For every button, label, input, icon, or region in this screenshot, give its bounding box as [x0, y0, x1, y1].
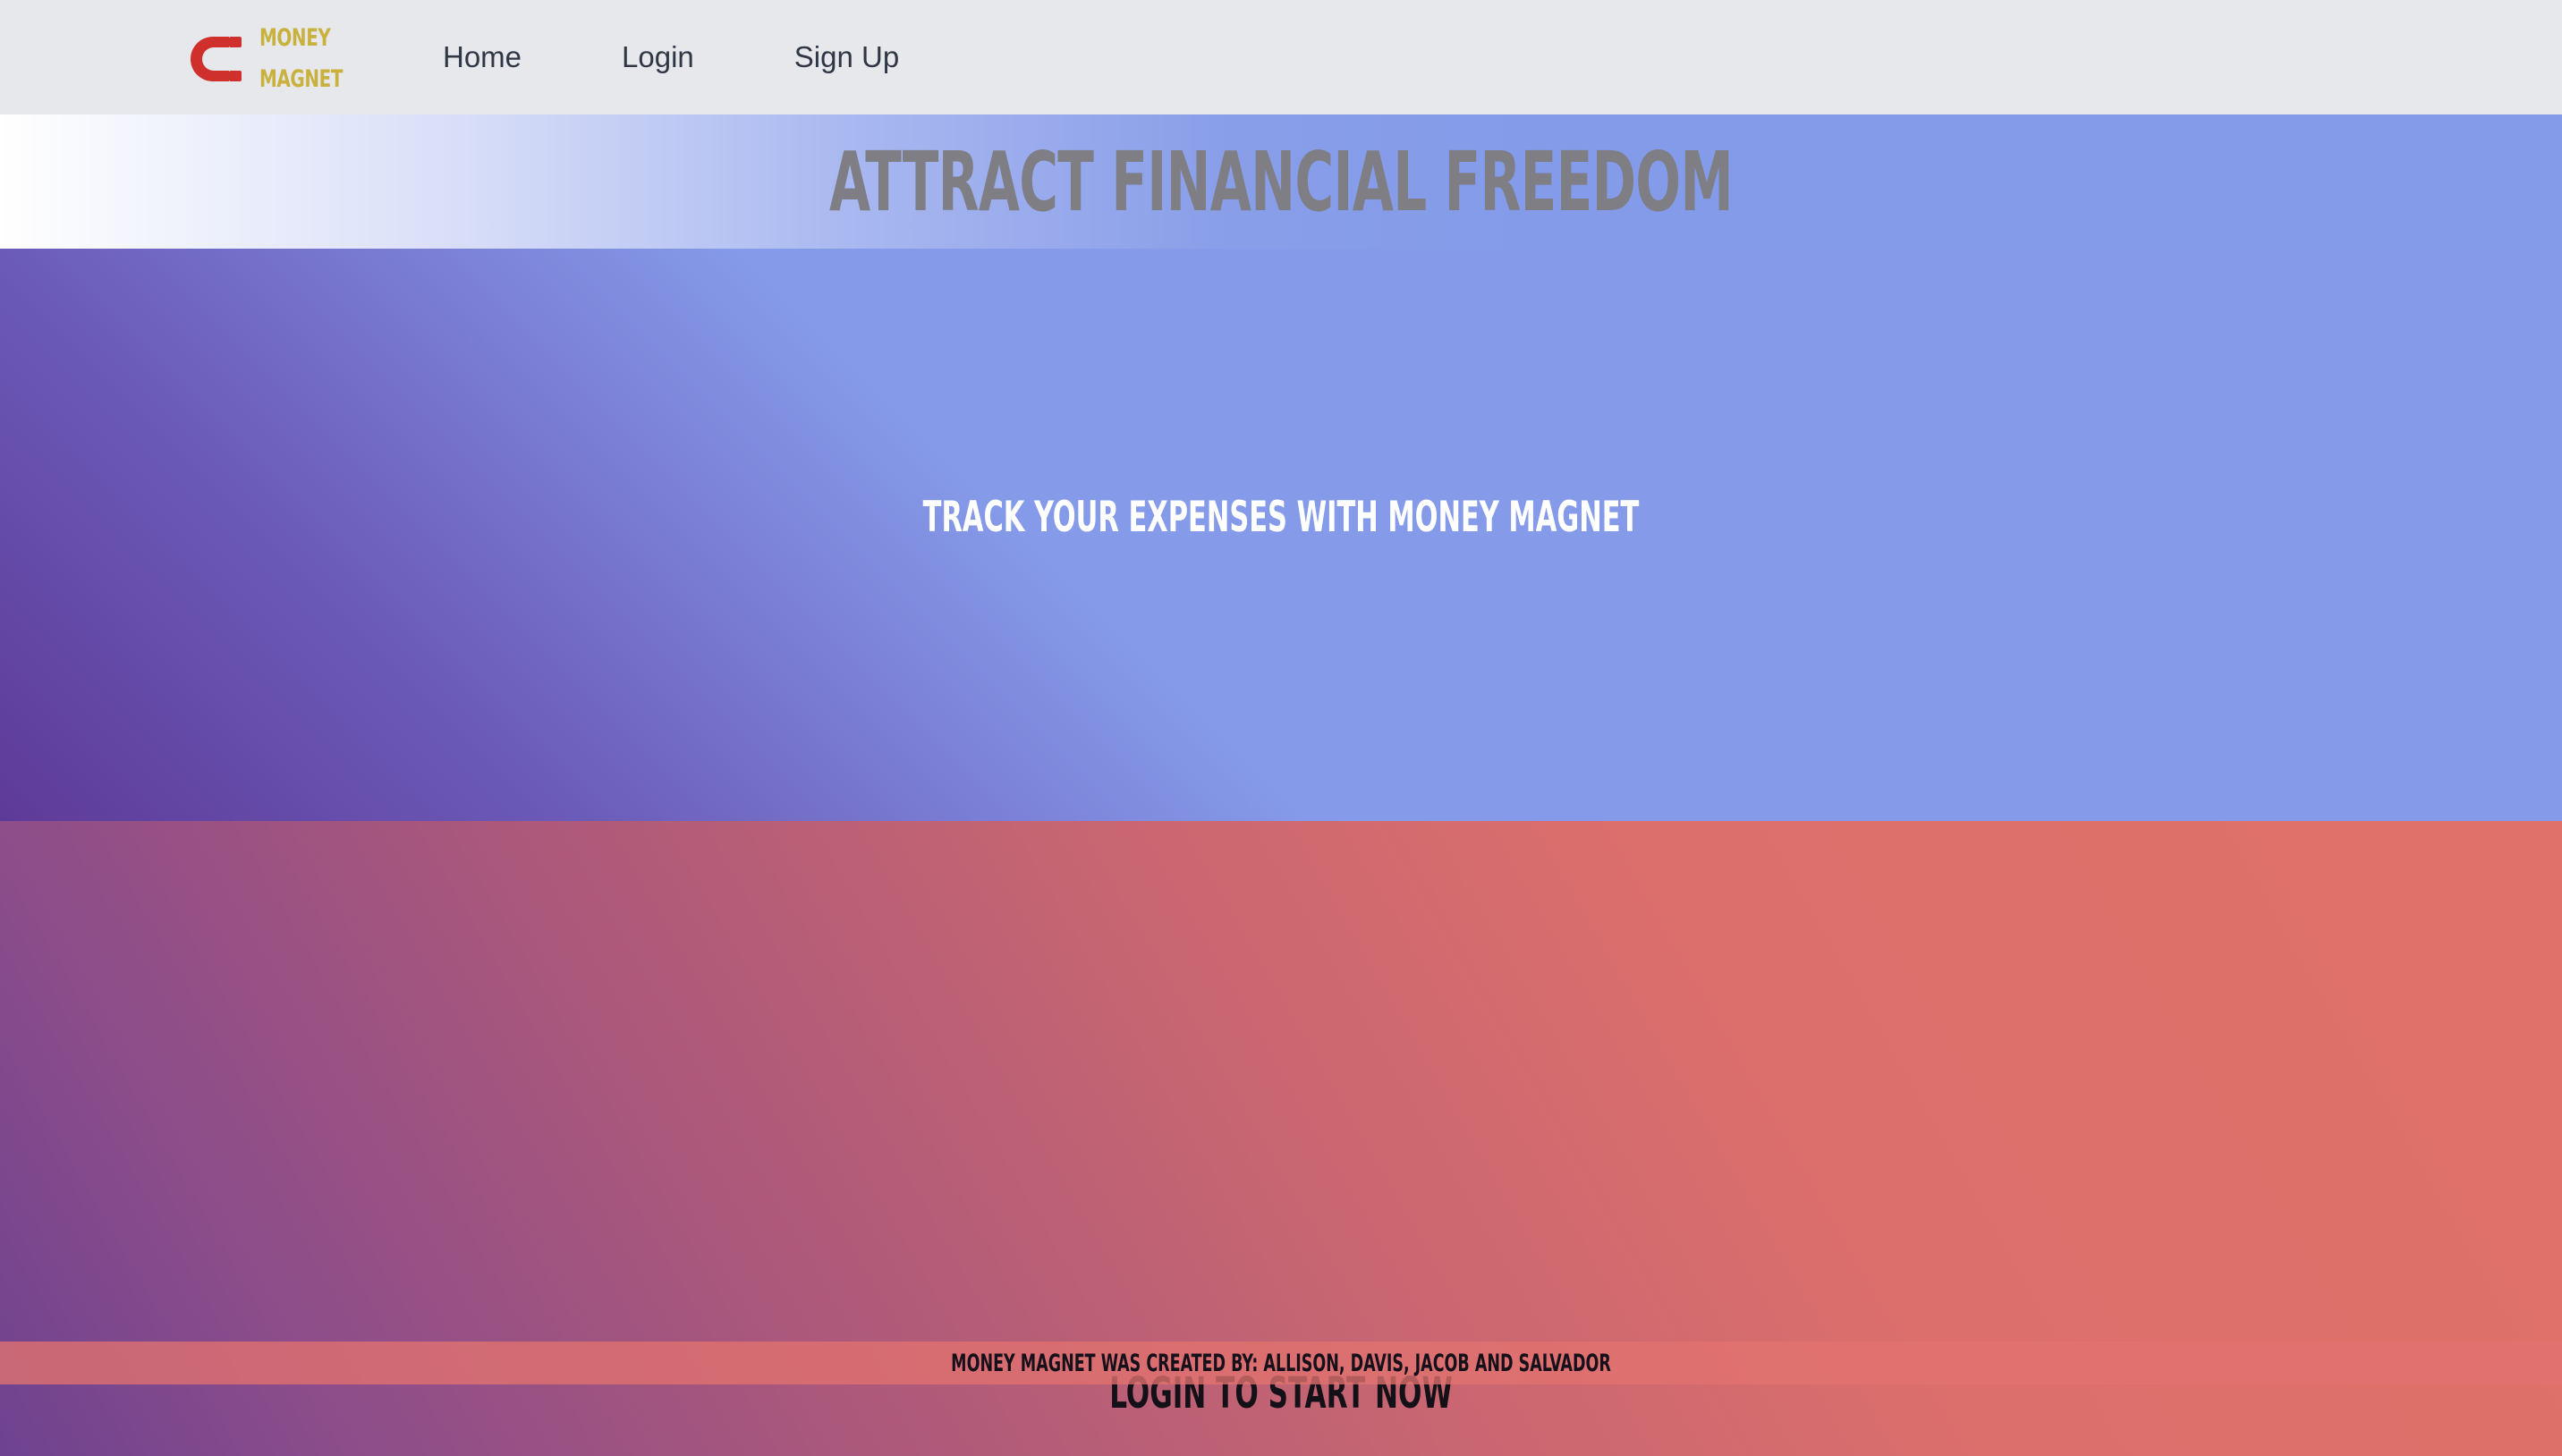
feature-heading: Track your expenses with Money Magnet — [922, 492, 1640, 542]
logo-text: MONEY MAGNET — [259, 18, 343, 100]
logo-line-money: MONEY — [259, 24, 331, 52]
navbar: MONEY MAGNET Home Login Sign Up — [0, 0, 2562, 114]
nav-link-signup[interactable]: Sign Up — [794, 40, 899, 74]
nav-links: Home Login Sign Up — [443, 0, 999, 114]
feature-section: Track your expenses with Money Magnet — [0, 249, 2562, 821]
footer: Money Magnet was created by: Allison, Da… — [0, 1342, 2562, 1384]
logo-link[interactable]: MONEY MAGNET — [190, 23, 361, 95]
footer-credits: Money Magnet was created by: Allison, Da… — [951, 1349, 1611, 1377]
hero-title: Attract Financial Freedom — [829, 133, 1734, 230]
nav-link-login[interactable]: Login — [622, 40, 694, 74]
hero-banner: Attract Financial Freedom — [0, 114, 2562, 249]
page: MONEY MAGNET Home Login Sign Up Attract … — [0, 0, 2562, 1456]
nav-link-home[interactable]: Home — [443, 40, 522, 74]
magnet-icon — [191, 37, 242, 81]
logo-line-magnet: MAGNET — [259, 65, 344, 93]
